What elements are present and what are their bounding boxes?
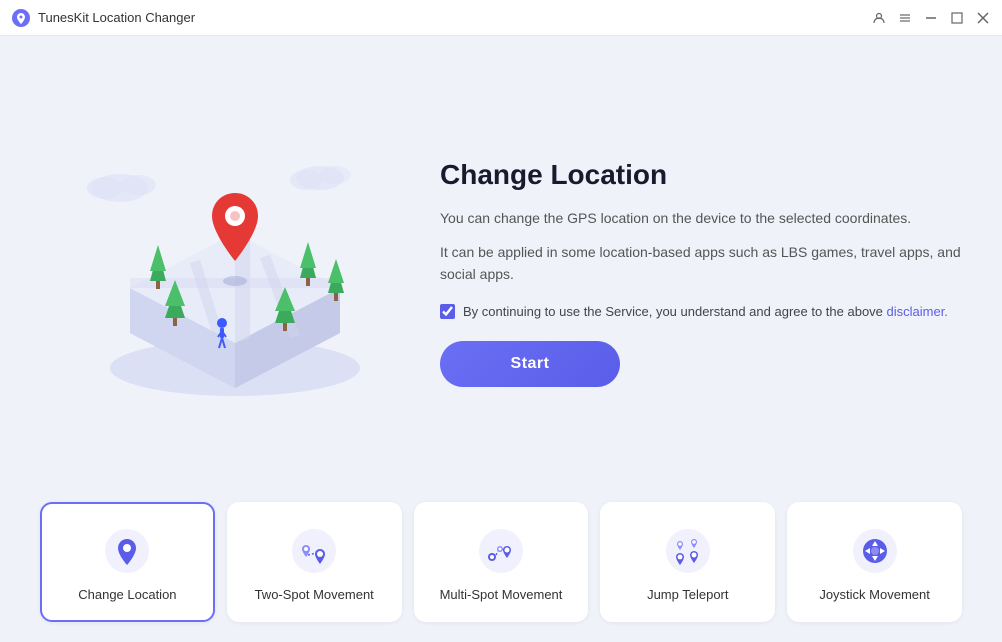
cards-section: Change Location Two-Spot Movement <box>40 490 962 626</box>
card-jump-teleport-label: Jump Teleport <box>647 587 728 602</box>
hero-section: Change Location You can change the GPS l… <box>40 56 962 490</box>
change-location-icon <box>103 527 151 575</box>
close-button[interactable] <box>976 11 990 25</box>
terms-checkbox-area: By continuing to use the Service, you un… <box>440 302 962 322</box>
info-panel: Change Location You can change the GPS l… <box>420 159 962 388</box>
user-icon[interactable] <box>872 11 886 25</box>
card-multi-spot-label: Multi-Spot Movement <box>440 587 563 602</box>
main-content: Change Location You can change the GPS l… <box>0 36 1002 642</box>
page-title: Change Location <box>440 159 962 191</box>
minimize-button[interactable] <box>924 11 938 25</box>
card-joystick[interactable]: Joystick Movement <box>787 502 962 622</box>
card-change-location-label: Change Location <box>78 587 176 602</box>
titlebar: TunesKit Location Changer <box>0 0 1002 36</box>
desc-1: You can change the GPS location on the d… <box>440 207 962 229</box>
card-two-spot-label: Two-Spot Movement <box>255 587 374 602</box>
card-multi-spot[interactable]: Multi-Spot Movement <box>414 502 589 622</box>
illustration-area <box>40 133 420 413</box>
menu-icon[interactable] <box>898 11 912 25</box>
disclaimer-link[interactable]: disclaimer. <box>887 304 948 319</box>
card-change-location[interactable]: Change Location <box>40 502 215 622</box>
titlebar-controls <box>872 11 990 25</box>
card-two-spot[interactable]: Two-Spot Movement <box>227 502 402 622</box>
card-jump-teleport[interactable]: Jump Teleport <box>600 502 775 622</box>
jump-teleport-icon <box>664 527 712 575</box>
map-svg <box>60 133 400 413</box>
two-spot-icon <box>290 527 338 575</box>
app-logo <box>12 9 30 27</box>
card-joystick-label: Joystick Movement <box>819 587 930 602</box>
joystick-icon <box>851 527 899 575</box>
desc-2: It can be applied in some location-based… <box>440 241 962 286</box>
checkbox-label: By continuing to use the Service, you un… <box>463 302 948 322</box>
titlebar-title: TunesKit Location Changer <box>38 10 195 25</box>
titlebar-left: TunesKit Location Changer <box>12 9 195 27</box>
terms-checkbox[interactable] <box>440 304 455 319</box>
multi-spot-icon <box>477 527 525 575</box>
start-button[interactable]: Start <box>440 341 620 387</box>
maximize-button[interactable] <box>950 11 964 25</box>
